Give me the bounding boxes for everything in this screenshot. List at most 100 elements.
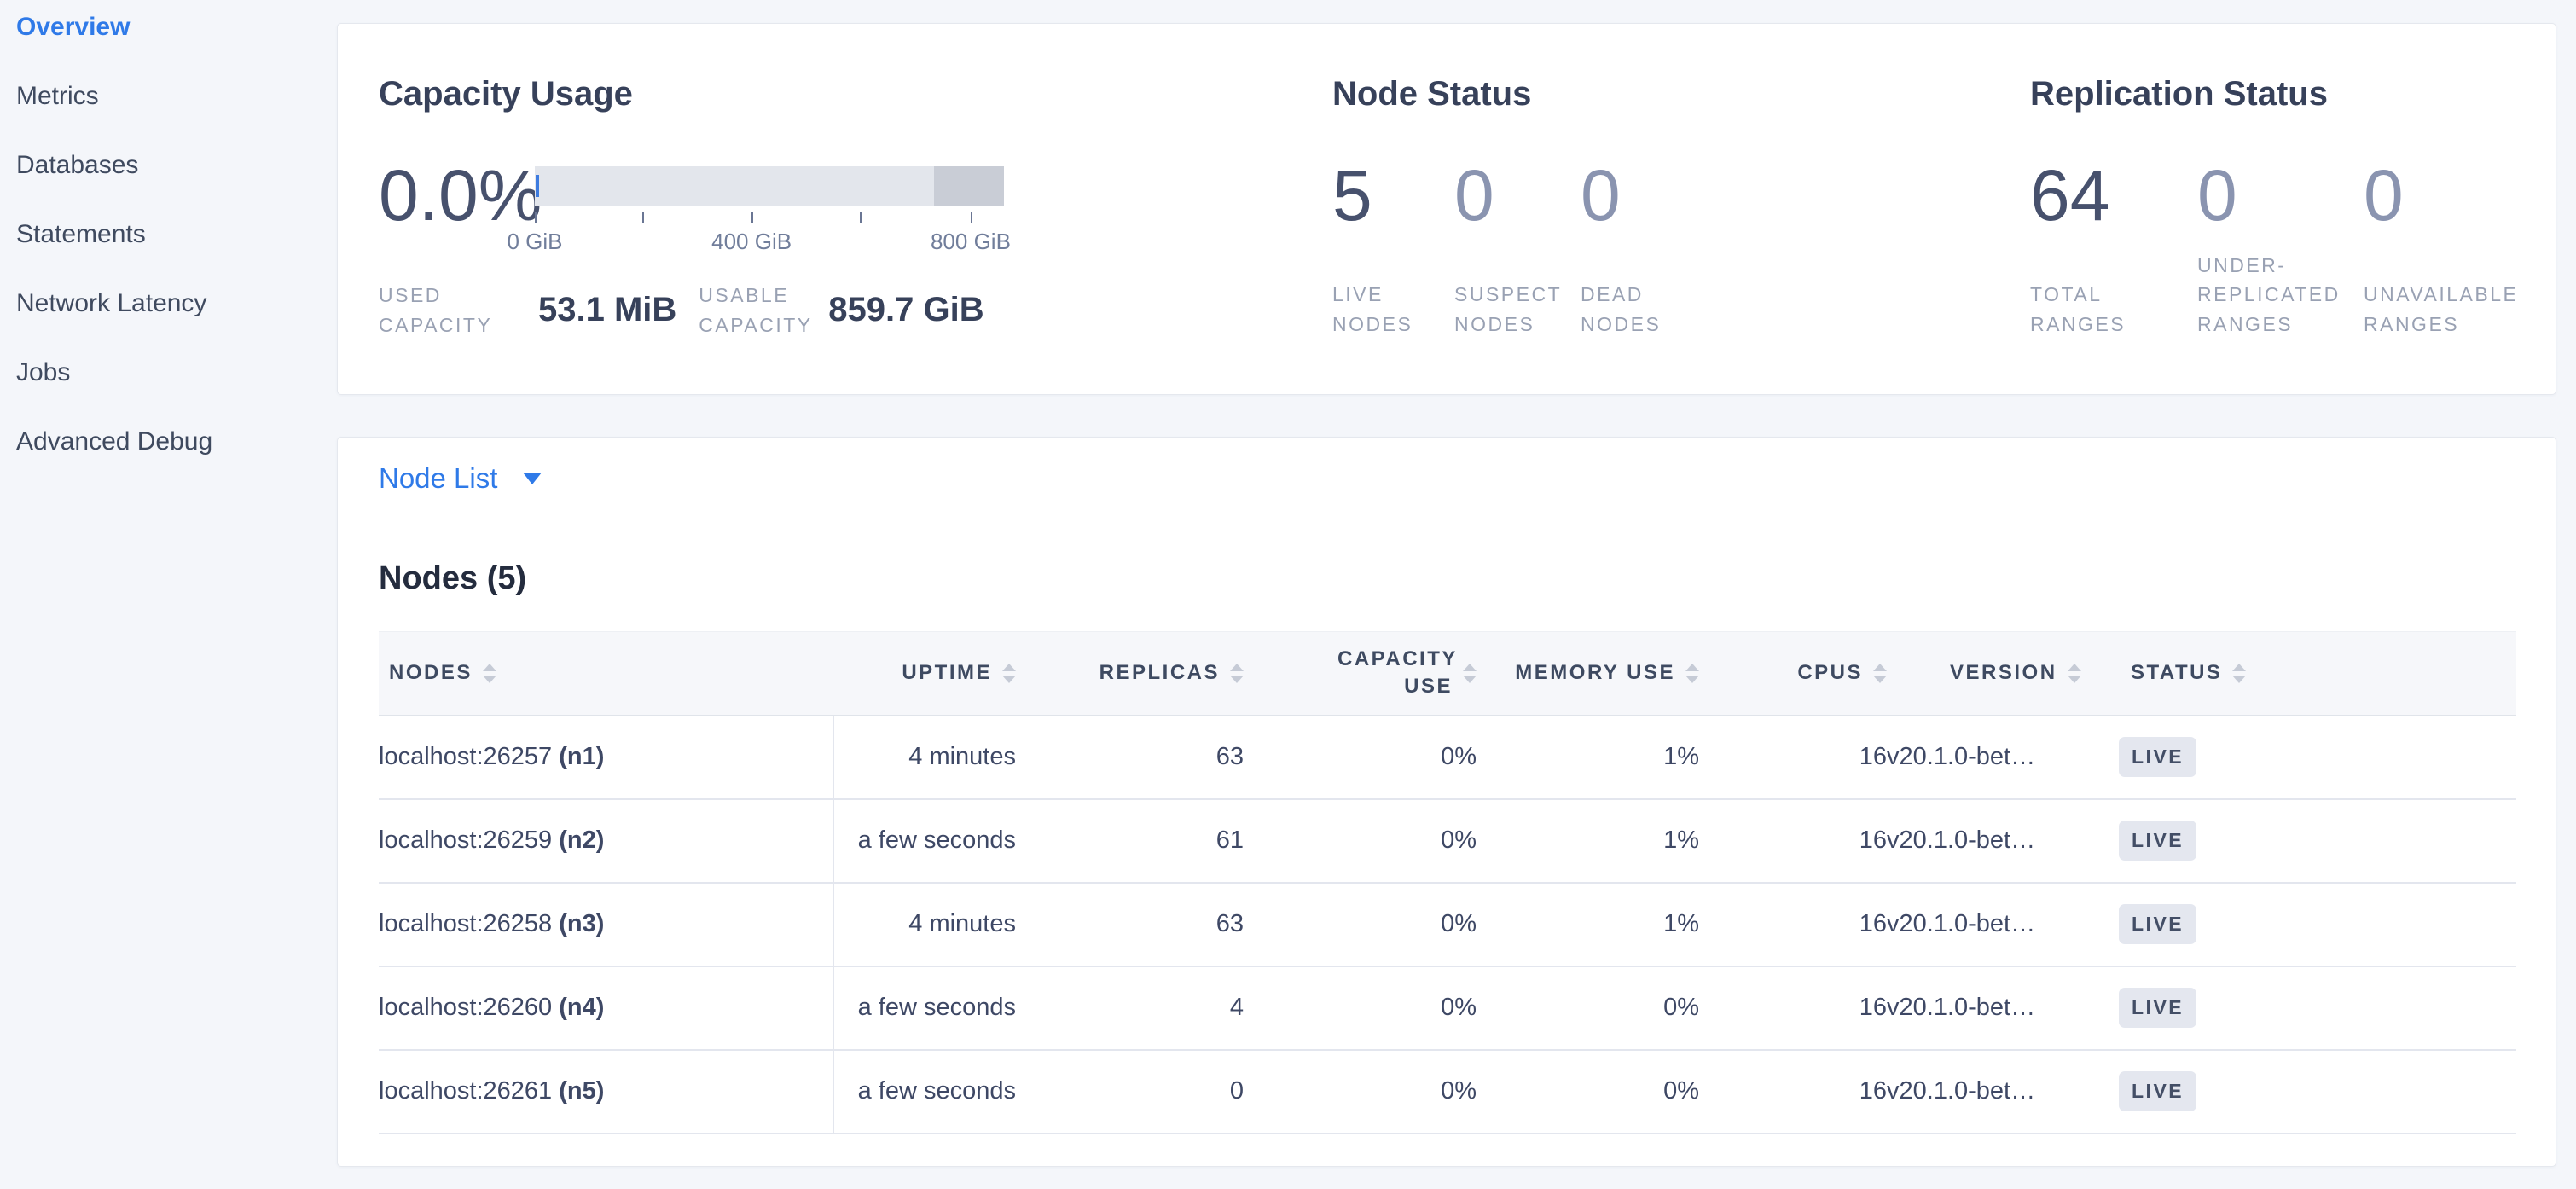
version-cell: v20.1.0-bet… [1887,799,2119,883]
sidebar-item-databases[interactable]: Databases [0,130,334,200]
replicas-cell: 63 [1016,716,1244,799]
node-name-cell[interactable]: localhost:26257 (n1) [379,716,833,799]
sidebar-item-advanced-debug[interactable]: Advanced Debug [0,407,334,476]
cpus-cell: 16 [1699,883,1887,966]
capacity-usage-title: Capacity Usage [379,75,1004,113]
used-capacity-label: USED CAPACITY [379,281,508,339]
node-name-cell[interactable]: localhost:26261 (n5) [379,1050,833,1134]
node-id: (n3) [559,910,604,937]
capacity-bar [535,166,1004,206]
capacity-axis-tick-label: 800 GiB [931,229,1011,255]
column-header-memory-use-label: MEMORY USE [1515,661,1675,685]
node-status-section: Node Status 5 LIVE NODES 0 SUSPECT NODES… [1332,75,1734,339]
column-header-uptime[interactable]: UPTIME [833,632,1016,716]
node-name-cell[interactable]: localhost:26260 (n4) [379,966,833,1050]
sidebar-item-network-latency[interactable]: Network Latency [0,269,334,338]
column-header-version[interactable]: VERSION [1887,632,2119,716]
table-row[interactable]: localhost:26261 (n5) a few seconds 0 0% … [379,1050,2516,1134]
status-cell: LIVE [2119,799,2516,883]
live-nodes-label: LIVE NODES [1332,280,1454,339]
sort-icon [1873,664,1887,683]
dead-nodes-value: 0 [1581,160,1734,231]
under-replicated-ranges-label: UNDER-REPLICATED RANGES [2197,251,2327,339]
node-status-title: Node Status [1332,75,1734,113]
dead-nodes-stat: 0 DEAD NODES [1581,160,1734,339]
capacity-axis-tick [860,212,862,223]
column-header-nodes[interactable]: NODES [379,632,833,716]
node-name-cell[interactable]: localhost:26258 (n3) [379,883,833,966]
live-status-badge: LIVE [2119,737,2196,777]
column-header-replicas[interactable]: REPLICAS [1016,632,1244,716]
table-row[interactable]: localhost:26259 (n2) a few seconds 61 0%… [379,799,2516,883]
column-header-cpus[interactable]: CPUS [1699,632,1887,716]
sort-icon [2068,664,2081,683]
dead-nodes-label: DEAD NODES [1581,280,1710,339]
replication-status-section: Replication Status 64 TOTAL RANGES 0 UND… [2030,75,2551,339]
cpus-cell: 16 [1699,1050,1887,1134]
column-header-status-label: STATUS [2131,661,2222,685]
capacity-axis-tick [642,212,644,223]
uptime-cell: a few seconds [833,1050,1016,1134]
unavailable-ranges-value: 0 [2364,160,2551,231]
capacity-axis-tick [971,212,972,223]
cpus-cell: 16 [1699,716,1887,799]
live-nodes-value: 5 [1332,160,1454,231]
node-name-cell[interactable]: localhost:26259 (n2) [379,799,833,883]
live-status-badge: LIVE [2119,1071,2196,1111]
live-status-badge: LIVE [2119,904,2196,944]
column-header-cpus-label: CPUS [1797,661,1863,685]
node-address: localhost:26257 [379,743,559,770]
column-header-memory-use[interactable]: MEMORY USE [1477,632,1699,716]
capacity-use-cell: 0% [1244,966,1477,1050]
sidebar-item-metrics[interactable]: Metrics [0,61,334,130]
live-status-badge: LIVE [2119,821,2196,861]
unavailable-ranges-stat: 0 UNAVAILABLE RANGES [2364,160,2551,339]
table-row[interactable]: localhost:26260 (n4) a few seconds 4 0% … [379,966,2516,1050]
nodes-count-title: Nodes (5) [379,560,2515,597]
total-ranges-label: TOTAL RANGES [2030,280,2160,339]
sidebar-item-statements[interactable]: Statements [0,200,334,269]
under-replicated-ranges-value: 0 [2197,160,2364,231]
column-header-replicas-label: REPLICAS [1099,661,1220,685]
total-ranges-value: 64 [2030,160,2197,231]
uptime-cell: a few seconds [833,799,1016,883]
cpus-cell: 16 [1699,799,1887,883]
version-cell: v20.1.0-bet… [1887,966,2119,1050]
replicas-cell: 0 [1016,1050,1244,1134]
used-capacity-value: 53.1 MiB [538,291,676,329]
usable-capacity-value: 859.7 GiB [828,291,983,329]
status-cell: LIVE [2119,883,2516,966]
replicas-cell: 63 [1016,883,1244,966]
under-replicated-ranges-stat: 0 UNDER-REPLICATED RANGES [2197,160,2364,339]
sort-icon [2232,664,2246,683]
capacity-use-cell: 0% [1244,799,1477,883]
sidebar-item-jobs[interactable]: Jobs [0,338,334,407]
capacity-use-cell: 0% [1244,716,1477,799]
memory-use-cell: 0% [1477,966,1699,1050]
capacity-axis-tick-label: 400 GiB [711,229,792,255]
table-row[interactable]: localhost:26258 (n3) 4 minutes 63 0% 1% … [379,883,2516,966]
status-cell: LIVE [2119,966,2516,1050]
capacity-bar-chart: 0 GiB400 GiB800 GiB [535,166,1004,243]
column-header-status[interactable]: STATUS [2119,632,2516,716]
node-list-dropdown[interactable]: Node List [379,462,542,495]
capacity-usage-section: Capacity Usage 0.0% 0 GiB400 GiB800 GiB … [379,75,1004,339]
capacity-bar-used-segment [536,175,539,197]
table-row[interactable]: localhost:26257 (n1) 4 minutes 63 0% 1% … [379,716,2516,799]
column-header-capacity-use-label: CAPACITY USE [1337,646,1453,701]
memory-use-cell: 1% [1477,716,1699,799]
status-cell: LIVE [2119,1050,2516,1134]
sidebar-item-overview[interactable]: Overview [0,0,334,61]
column-header-nodes-label: NODES [389,661,473,685]
sort-icon [1230,664,1244,683]
node-list-dropdown-label: Node List [379,462,497,495]
column-header-capacity-use[interactable]: CAPACITY USE [1244,632,1477,716]
capacity-axis-tick [535,212,537,223]
node-address: localhost:26259 [379,826,559,854]
version-cell: v20.1.0-bet… [1887,883,2119,966]
unavailable-ranges-label: UNAVAILABLE RANGES [2364,280,2493,339]
memory-use-cell: 1% [1477,799,1699,883]
replicas-cell: 61 [1016,799,1244,883]
capacity-summary: USED CAPACITY 53.1 MiB USABLE CAPACITY 8… [379,281,1004,339]
capacity-axis: 0 GiB400 GiB800 GiB [535,206,1004,243]
